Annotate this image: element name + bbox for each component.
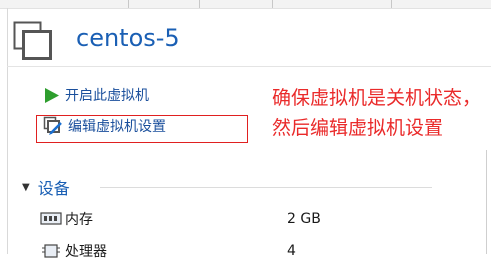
toolbar-separator [272, 0, 273, 8]
highlight-box [36, 115, 248, 143]
panel-border [7, 8, 8, 254]
device-name: 内存 [65, 212, 93, 228]
memory-icon [40, 212, 62, 225]
power-on-vm-label: 开启此虚拟机 [65, 88, 149, 104]
vm-title: centos-5 [76, 24, 180, 52]
toolbar-separator [391, 0, 392, 8]
device-row-processor[interactable]: 处理器 4 [40, 240, 440, 262]
section-divider [100, 187, 432, 188]
devices-section-toggle[interactable]: ▼ 设备 [22, 175, 70, 199]
power-on-vm-link[interactable]: 开启此虚拟机 [43, 84, 149, 106]
vm-windows-icon [13, 21, 52, 60]
toolbar-separator [128, 0, 129, 8]
top-toolbar-strip [0, 0, 491, 9]
play-icon [45, 87, 59, 103]
panel-border [486, 150, 487, 254]
devices-section-label: 设备 [37, 179, 70, 198]
device-value: 2 GB [287, 211, 321, 227]
device-name: 处理器 [65, 244, 107, 260]
header-divider [7, 66, 491, 67]
device-value: 4 [287, 243, 296, 259]
device-row-memory[interactable]: 内存 2 GB [40, 208, 440, 230]
annotation-text: 确保虚拟机是关机状态，然后编辑虚拟机设置 [272, 87, 482, 139]
collapse-triangle-icon: ▼ [22, 181, 30, 193]
toolbar-separator [199, 0, 200, 8]
processor-icon [42, 244, 60, 258]
